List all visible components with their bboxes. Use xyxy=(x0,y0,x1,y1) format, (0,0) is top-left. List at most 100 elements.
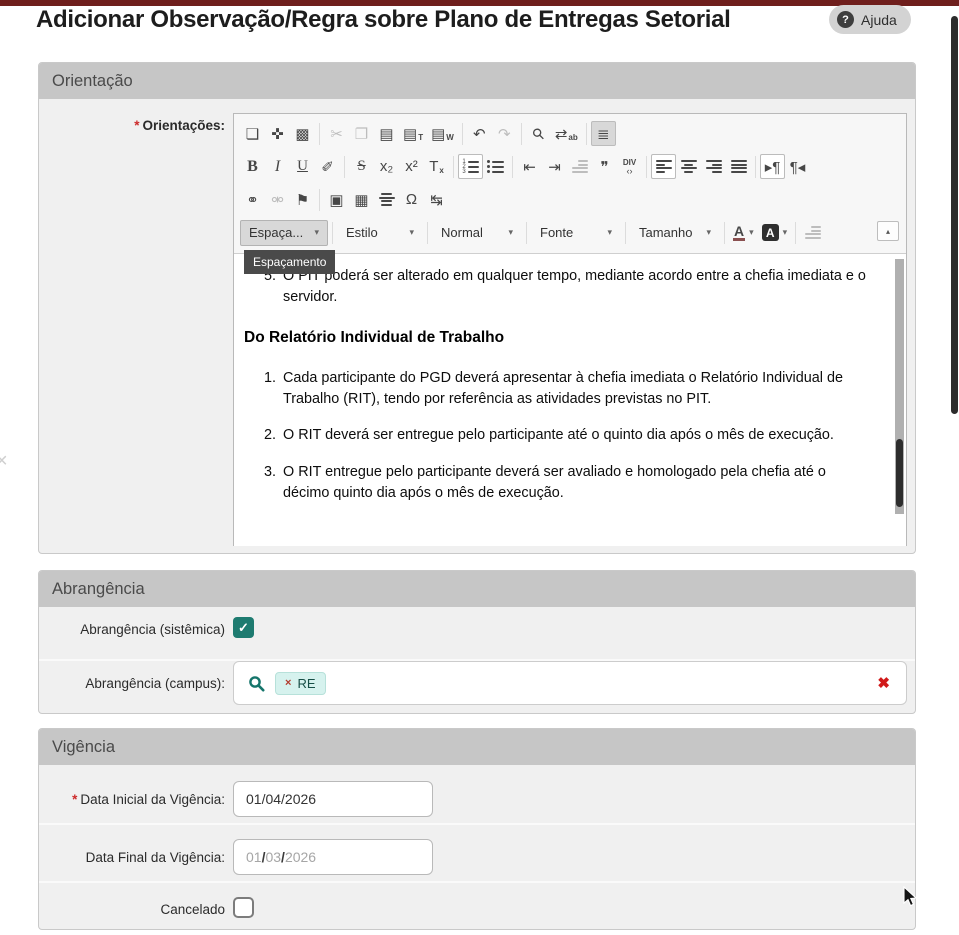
editor-scrollbar-track[interactable] xyxy=(895,259,904,514)
section-title-orientacao: Orientação xyxy=(39,63,915,99)
select-all-icon[interactable]: ≣ xyxy=(591,121,616,146)
numbered-list-icon[interactable]: 123 xyxy=(458,154,483,179)
align-left-icon[interactable] xyxy=(651,154,676,179)
toolbar-separator xyxy=(453,156,454,178)
search-icon xyxy=(248,675,265,692)
size-select[interactable]: Tamanho▾ xyxy=(630,220,720,246)
rich-text-editor: ❏✜▩ ✂❐▤▤T▤W ↶↷ ⚲⇄ab ≣ BIU✐ Sx₂x²Tx 123 ⇤⇥ ❞DIV‹›… xyxy=(233,113,907,546)
data-final-input[interactable]: 01/03/2026 xyxy=(233,839,433,875)
help-button-label: Ajuda xyxy=(861,12,897,28)
date-mask-segment: 01 xyxy=(246,849,262,865)
preview-icon[interactable]: ❏ xyxy=(240,121,265,146)
campus-tag: × RE xyxy=(275,672,326,695)
text-direction-ltr-icon[interactable]: ▸¶ xyxy=(760,154,785,179)
anchor-icon[interactable]: ⚑ xyxy=(290,187,315,212)
superscript-icon[interactable]: x² xyxy=(399,154,424,179)
toolbar-separator xyxy=(319,189,320,211)
paste-from-word-icon[interactable]: ▤W xyxy=(427,121,458,146)
text-color-button[interactable]: A▾ xyxy=(729,220,758,245)
toolbar-separator xyxy=(462,123,463,145)
toolbar-separator xyxy=(724,222,725,244)
question-icon: ? xyxy=(837,11,854,28)
row-divider xyxy=(39,823,915,825)
editor-content-area[interactable]: O PIT poderá ser alterado em qualquer te… xyxy=(234,254,906,546)
left-edge-close-icon: × xyxy=(0,450,8,473)
remove-format-icon[interactable]: Tx xyxy=(424,154,449,179)
strikethrough-icon[interactable]: S xyxy=(349,154,374,179)
replace-icon[interactable]: ⇄ab xyxy=(551,121,582,146)
link-icon[interactable]: ⚭ xyxy=(240,187,265,212)
clear-selection-icon[interactable]: ✖ xyxy=(877,674,890,692)
show-blocks-icon[interactable]: ▩ xyxy=(290,121,315,146)
toolbar-separator xyxy=(795,222,796,244)
copy-formatting-icon[interactable]: ✐ xyxy=(315,154,340,179)
data-inicial-label: *Data Inicial da Vigência: xyxy=(45,791,225,808)
spacing-select[interactable]: Espaça...▾ xyxy=(240,220,328,246)
abrangencia-sistemica-label: Abrangência (sistêmica) xyxy=(45,621,225,638)
editor-list-item: O PIT poderá ser alterado em qualquer te… xyxy=(280,266,872,307)
background-color-button[interactable]: A▾ xyxy=(758,220,792,245)
div-container-icon[interactable]: DIV‹› xyxy=(617,154,642,179)
cancelado-checkbox[interactable] xyxy=(233,897,254,918)
align-right-icon[interactable] xyxy=(701,154,726,179)
help-button[interactable]: ? Ajuda xyxy=(829,5,911,34)
paste-as-text-icon[interactable]: ▤T xyxy=(399,121,427,146)
find-icon[interactable]: ⚲ xyxy=(526,121,551,146)
bulleted-list-icon[interactable] xyxy=(483,154,508,179)
image-icon[interactable]: ▣ xyxy=(324,187,349,212)
maximize-icon[interactable]: ✜ xyxy=(265,121,290,146)
page-break-icon[interactable]: ↹ xyxy=(424,187,449,212)
decrease-indent-icon[interactable]: ⇤ xyxy=(517,154,542,179)
align-center-icon[interactable] xyxy=(676,154,701,179)
toolbar-separator xyxy=(646,156,647,178)
align-justify-icon[interactable] xyxy=(726,154,751,179)
subscript-icon[interactable]: x₂ xyxy=(374,154,399,179)
style-select[interactable]: Estilo▾ xyxy=(337,220,423,246)
section-orientacao: Orientação *Orientações: ❏✜▩✂❐▤▤T▤W↶↷⚲⇄a… xyxy=(38,62,916,554)
blockquote-icon[interactable]: ❞ xyxy=(592,154,617,179)
toolbar-separator xyxy=(755,156,756,178)
text-direction-rtl-icon[interactable]: ¶◂ xyxy=(785,154,810,179)
table-icon[interactable]: ▦ xyxy=(349,187,374,212)
editor-list-item: O RIT entregue pelo participante deverá … xyxy=(280,462,872,503)
copy-icon: ❐ xyxy=(349,121,374,146)
paragraph-format-select[interactable]: Normal▾ xyxy=(432,220,522,246)
editor-heading: Do Relatório Individual de Trabalho xyxy=(244,327,872,349)
font-select[interactable]: Fonte▾ xyxy=(531,220,621,246)
redo-icon: ↷ xyxy=(492,121,517,146)
toolbar-row-3: ⚭⚮⚑ ▣▦ Ω↹ xyxy=(240,183,900,216)
campus-tag-label: RE xyxy=(297,676,315,691)
cut-icon: ✂ xyxy=(324,121,349,146)
toolbar-separator xyxy=(521,123,522,145)
section-abrangencia: Abrangência Abrangência (sistêmica) ✓ Ab… xyxy=(38,570,916,714)
toolbar-row-1: ❏✜▩ ✂❐▤▤T▤W ↶↷ ⚲⇄ab ≣ xyxy=(240,117,900,150)
editor-toolbar: ❏✜▩ ✂❐▤▤T▤W ↶↷ ⚲⇄ab ≣ BIU✐ Sx₂x²Tx 123 ⇤⇥ ❞DIV‹›… xyxy=(234,114,906,254)
bold-icon[interactable]: B xyxy=(240,154,265,179)
data-inicial-input[interactable]: 01/04/2026 xyxy=(233,781,433,817)
horizontal-rule-icon[interactable] xyxy=(374,187,399,212)
cancelado-label: Cancelado xyxy=(45,901,225,918)
campus-multiselect[interactable]: × RE ✖ xyxy=(233,661,907,705)
toolbar-row-4: Espaça...▾ Estilo▾ Normal▾ Fonte▾ Tamanho▾ A▾… xyxy=(240,216,900,249)
undo-icon[interactable]: ↶ xyxy=(467,121,492,146)
paragraph-indent-icon xyxy=(567,154,592,179)
section-title-abrangencia: Abrangência xyxy=(39,571,915,607)
special-character-icon[interactable]: Ω xyxy=(399,187,424,212)
espacamento-tooltip: Espaçamento xyxy=(244,250,335,274)
underline-icon[interactable]: U xyxy=(290,154,315,179)
paste-icon[interactable]: ▤ xyxy=(374,121,399,146)
increase-indent-icon[interactable]: ⇥ xyxy=(542,154,567,179)
abrangencia-campus-label: Abrangência (campus): xyxy=(45,675,225,692)
abrangencia-sistemica-checkbox[interactable]: ✓ xyxy=(233,617,254,638)
toolbar-separator xyxy=(586,123,587,145)
italic-icon[interactable]: I xyxy=(265,154,290,179)
editor-scrollbar-thumb[interactable] xyxy=(896,439,903,507)
remove-tag-icon[interactable]: × xyxy=(285,677,291,689)
toolbar-separator xyxy=(332,222,333,244)
section-vigencia: Vigência *Data Inicial da Vigência: 01/0… xyxy=(38,728,916,930)
required-marker: * xyxy=(72,792,77,807)
collapse-toolbar-button[interactable]: ▴ xyxy=(877,221,899,241)
page-scrollbar-thumb[interactable] xyxy=(951,16,958,414)
toolbar-separator xyxy=(512,156,513,178)
unlink-icon: ⚮ xyxy=(265,187,290,212)
